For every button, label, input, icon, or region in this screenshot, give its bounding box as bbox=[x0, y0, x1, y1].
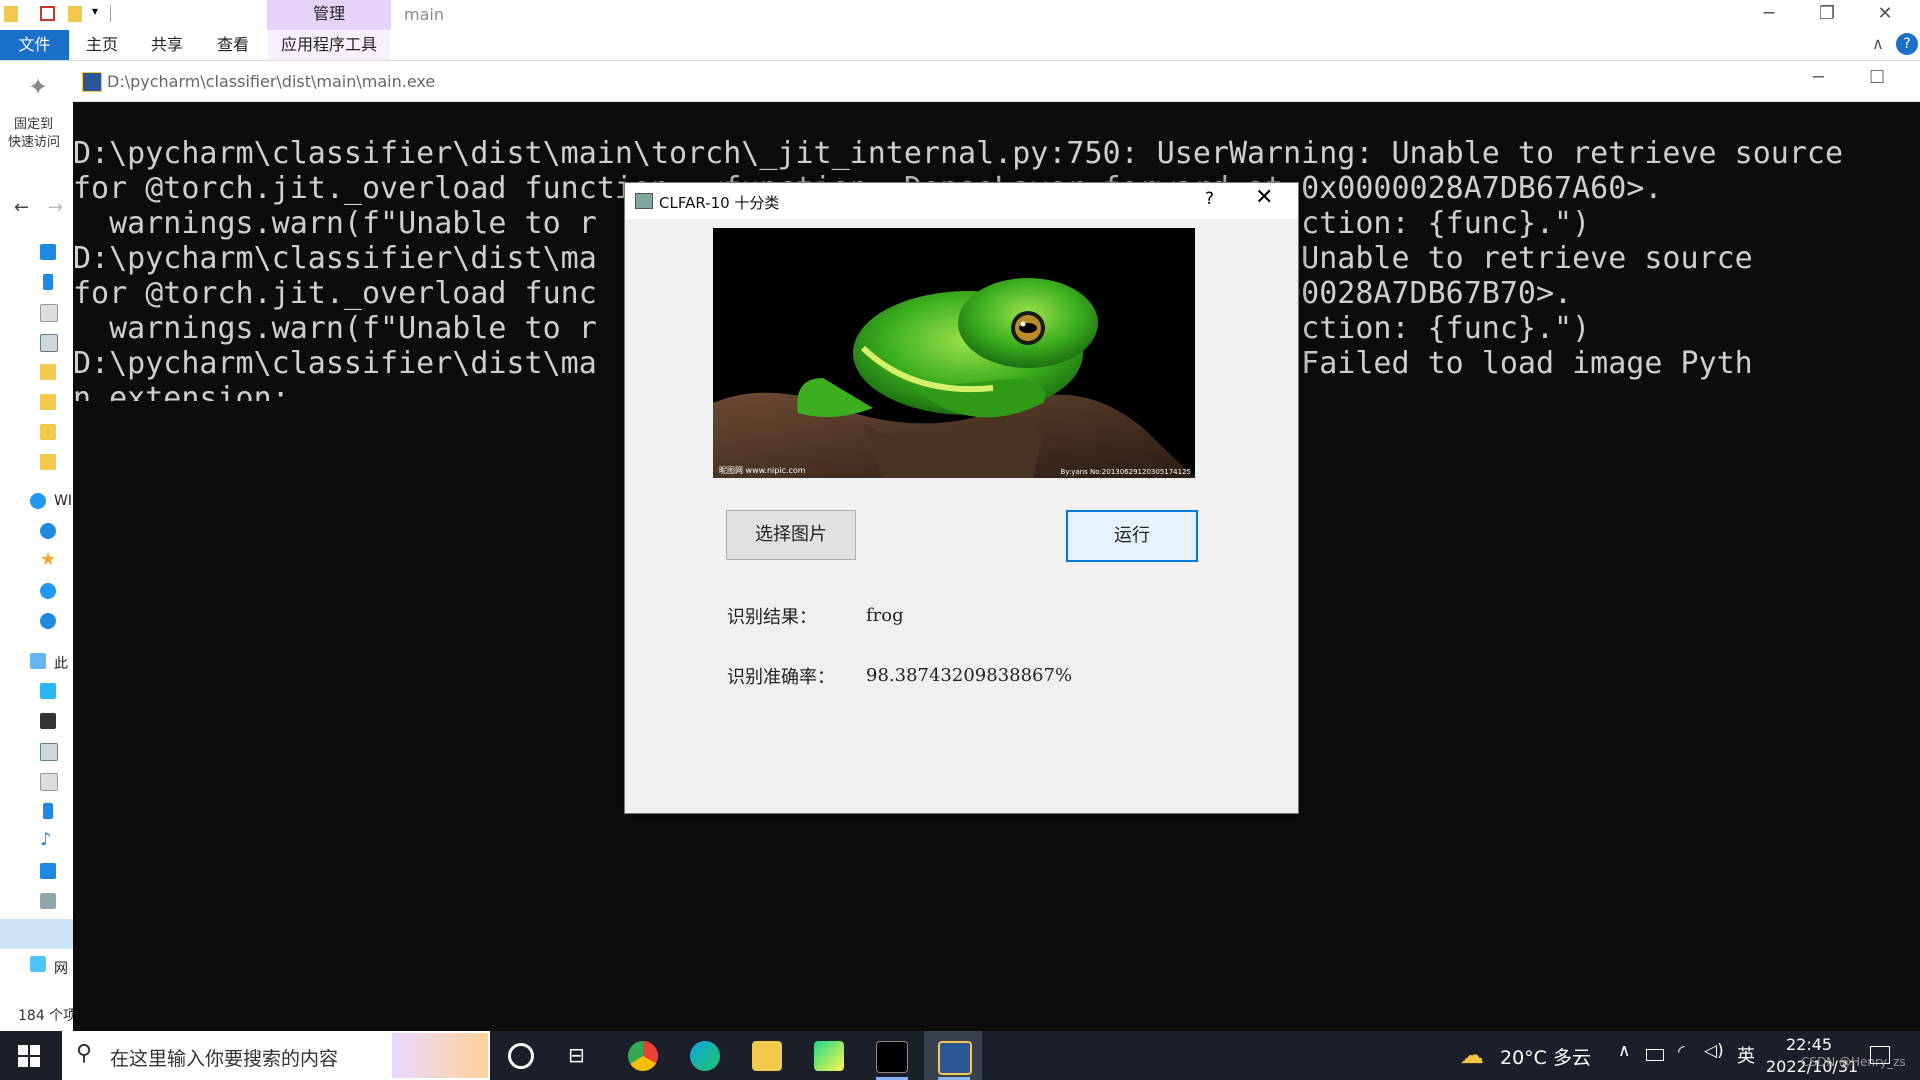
pin-icon[interactable]: ✦ bbox=[28, 73, 48, 101]
help-icon[interactable]: ? bbox=[1896, 33, 1918, 55]
folder-icon[interactable] bbox=[4, 6, 18, 22]
document-icon[interactable] bbox=[40, 773, 58, 791]
divider bbox=[110, 6, 111, 22]
pictures-icon[interactable] bbox=[40, 334, 58, 352]
nav-item-onedrive[interactable]: WI bbox=[54, 493, 72, 509]
windows-start-icon[interactable] bbox=[18, 1045, 40, 1067]
folder-icon[interactable] bbox=[40, 394, 56, 410]
onedrive-icon[interactable] bbox=[30, 493, 46, 509]
folder-icon[interactable] bbox=[40, 424, 56, 440]
pin-label-2: 快速访问 bbox=[8, 135, 61, 150]
ribbon: 文件 主页 共享 查看 应用程序工具 ∧ ? bbox=[0, 30, 1920, 61]
folder-icon[interactable] bbox=[40, 364, 56, 380]
accuracy-label: 识别准确率： bbox=[727, 667, 835, 688]
new-folder-icon[interactable] bbox=[68, 6, 82, 22]
notification-center-icon[interactable] bbox=[1870, 1046, 1890, 1064]
tab-app-tools[interactable]: 应用程序工具 bbox=[268, 30, 390, 60]
3d-objects-icon[interactable] bbox=[40, 683, 56, 699]
item-count: 184 个项 bbox=[18, 1008, 78, 1024]
download-icon[interactable] bbox=[43, 803, 53, 819]
document-icon[interactable] bbox=[40, 304, 58, 322]
close-icon[interactable]: ✕ bbox=[1856, 0, 1914, 30]
wifi-icon[interactable]: ◜ bbox=[1678, 1042, 1685, 1062]
nav-item-this-pc[interactable]: 此 bbox=[54, 653, 68, 673]
console-line: D:\pycharm\classifier\dist\main\torch\_j… bbox=[73, 136, 1844, 171]
dialog-titlebar: CLFAR-10 十分类 ? ✕ bbox=[625, 183, 1298, 219]
music-icon[interactable]: ♪ bbox=[40, 831, 56, 849]
console-titlebar: D:\pycharm\classifier\dist\main\main.exe… bbox=[73, 61, 1920, 102]
nav-item-network[interactable]: 网 bbox=[54, 958, 68, 978]
ribbon-collapse-icon[interactable]: ∧ bbox=[1872, 34, 1884, 53]
navigation-pane: ✦ 固定到 快速访问 ← → WI ★ 此 ♪ 网 184 个项 bbox=[0, 61, 77, 1031]
desktop-icon[interactable] bbox=[40, 244, 56, 260]
battery-icon[interactable] bbox=[1646, 1049, 1664, 1061]
cloud-icon[interactable] bbox=[40, 583, 56, 599]
accuracy-value: 98.38743209838867% bbox=[866, 665, 1073, 686]
tab-file[interactable]: 文件 bbox=[0, 30, 69, 60]
select-image-button[interactable]: 选择图片 bbox=[726, 510, 856, 560]
desktop-icon[interactable] bbox=[40, 863, 56, 879]
dialog-help-icon[interactable]: ? bbox=[1205, 189, 1214, 209]
console-title: D:\pycharm\classifier\dist\main\main.exe bbox=[107, 72, 436, 91]
image-watermark-right: By:yans No:20130629120305174125 bbox=[1060, 468, 1191, 476]
quick-access-dropdown-icon[interactable]: ▾ bbox=[92, 4, 98, 18]
minimize-icon[interactable]: ─ bbox=[1740, 0, 1798, 30]
share-icon[interactable] bbox=[40, 613, 56, 629]
volume-icon[interactable]: ◁) bbox=[1704, 1041, 1724, 1061]
edge-icon[interactable] bbox=[690, 1041, 720, 1071]
nav-item-selected-drive[interactable] bbox=[0, 919, 73, 949]
halloween-doodle-icon[interactable] bbox=[392, 1033, 488, 1078]
tab-share[interactable]: 共享 bbox=[137, 30, 197, 60]
result-label: 识别结果： bbox=[727, 607, 817, 628]
clock-icon[interactable] bbox=[40, 523, 56, 539]
download-icon[interactable] bbox=[43, 274, 53, 290]
taskbar-search-box[interactable]: ⚲ 在这里输入你要搜索的内容 bbox=[62, 1031, 490, 1080]
restore-icon[interactable]: ❐ bbox=[1798, 0, 1856, 30]
chrome-icon[interactable] bbox=[628, 1041, 658, 1071]
ime-indicator[interactable]: 英 bbox=[1737, 1042, 1755, 1068]
frog-image: 昵图网 www.nipic.com By:yans No:20130629120… bbox=[713, 228, 1195, 478]
frog-photo bbox=[713, 228, 1195, 478]
pycharm-icon[interactable] bbox=[814, 1041, 844, 1071]
tray-overflow-icon[interactable]: ∧ bbox=[1618, 1041, 1630, 1061]
terminal-icon[interactable] bbox=[876, 1041, 908, 1073]
weather-icon[interactable]: ☁ bbox=[1460, 1041, 1484, 1069]
dialog-title: CLFAR-10 十分类 bbox=[659, 194, 780, 212]
run-button[interactable]: 运行 bbox=[1066, 510, 1198, 562]
pin-label: 固定到 bbox=[14, 117, 54, 132]
maximize-icon[interactable]: ☐ bbox=[1869, 67, 1885, 88]
back-arrow-icon[interactable]: ← bbox=[14, 197, 29, 218]
explorer-window-title: main bbox=[404, 5, 444, 24]
network-icon[interactable] bbox=[30, 956, 46, 972]
python-app-icon bbox=[82, 72, 102, 92]
properties-check-icon[interactable] bbox=[40, 6, 55, 21]
context-tab-manage[interactable]: 管理 bbox=[267, 0, 391, 30]
video-icon[interactable] bbox=[40, 713, 56, 729]
task-view-icon[interactable]: ⊟ bbox=[568, 1043, 585, 1067]
star-icon[interactable]: ★ bbox=[40, 551, 56, 569]
drive-icon[interactable] bbox=[40, 893, 56, 909]
dialog-close-icon[interactable]: ✕ bbox=[1255, 185, 1273, 210]
clock-time[interactable]: 22:45 bbox=[1786, 1035, 1832, 1054]
weather-text[interactable]: 20°C 多云 bbox=[1500, 1043, 1591, 1070]
folder-icon[interactable] bbox=[40, 454, 56, 470]
classifier-dialog: CLFAR-10 十分类 ? ✕ 昵图网 www.nipic.com By:ya… bbox=[624, 182, 1299, 814]
search-input[interactable]: 在这里输入你要搜索的内容 bbox=[110, 1044, 338, 1071]
result-value: frog bbox=[866, 605, 904, 626]
image-watermark-left: 昵图网 www.nipic.com bbox=[719, 466, 806, 475]
python-app-icon[interactable] bbox=[938, 1041, 972, 1075]
forward-arrow-icon[interactable]: → bbox=[48, 197, 63, 218]
pictures-icon[interactable] bbox=[40, 743, 58, 761]
taskbar: ⚲ 在这里输入你要搜索的内容 ⊟ ☁ 20°C 多云 ∧ ◜ ◁) 英 22:4… bbox=[0, 1031, 1920, 1080]
file-explorer-icon[interactable] bbox=[752, 1041, 782, 1071]
tab-home[interactable]: 主页 bbox=[72, 30, 132, 60]
search-icon: ⚲ bbox=[76, 1041, 93, 1066]
app-window-icon bbox=[635, 193, 653, 209]
tab-view[interactable]: 查看 bbox=[203, 30, 263, 60]
cortana-icon[interactable] bbox=[508, 1043, 534, 1069]
this-pc-icon[interactable] bbox=[30, 653, 46, 669]
minimize-icon[interactable]: ─ bbox=[1813, 67, 1824, 88]
